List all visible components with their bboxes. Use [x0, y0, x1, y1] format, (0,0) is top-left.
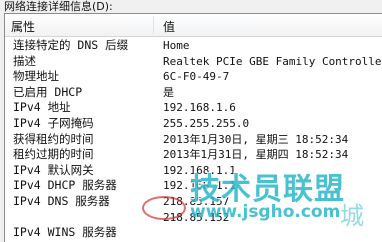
row-property: IPv4 DHCP 服务器	[13, 178, 117, 193]
list-row[interactable]: 租约过期的时间 2013年1月31日, 星期四 18:52:34	[5, 147, 382, 163]
list-row[interactable]: IPv4 DHCP 服务器 192.168.1.1	[5, 178, 382, 194]
row-property: 物理地址	[13, 69, 59, 84]
row-value: Home	[163, 39, 190, 52]
list-row[interactable]: IPv4 DNS 服务器 218.85.157	[5, 194, 382, 210]
list-row[interactable]: IPv4 子网掩码 255.255.255.0	[5, 116, 382, 132]
column-header-value[interactable]: 值	[163, 18, 175, 35]
list-row[interactable]: IPv4 地址 192.168.1.6	[5, 100, 382, 116]
list-rows: 连接特定的 DNS 后缀 Home 描述 Realtek PCIe GBE Fa…	[5, 38, 382, 241]
row-property: 描述	[13, 53, 36, 68]
list-row[interactable]: IPv4 默认网关 192.168.1.1	[5, 163, 382, 179]
row-value: Realtek PCIe GBE Family Controlle	[163, 54, 382, 68]
list-row[interactable]: 连接特定的 DNS 后缀 Home	[5, 38, 382, 54]
row-property: 连接特定的 DNS 后缀	[13, 38, 129, 52]
network-connection-details-panel: 网络连接详细信息(D): 属性 值 连接特定的 DNS 后缀 Home 描述 R…	[0, 0, 382, 242]
row-property: IPv4 DNS 服务器	[13, 193, 110, 208]
row-value: 192.168.1.6	[163, 101, 236, 115]
row-property: IPv4 子网掩码	[13, 115, 94, 130]
list-row[interactable]: IPv4 WINS 服务器	[5, 225, 382, 241]
row-value: 6C-F0-49-7	[163, 70, 230, 84]
list-row[interactable]: 218.85.152	[5, 210, 382, 226]
row-value: 是	[163, 85, 174, 99]
row-value: 192.168.1.1	[163, 163, 236, 177]
list-row[interactable]: 已启用 DHCP 是	[5, 85, 382, 101]
row-property: 获得租约的时间	[13, 131, 94, 146]
row-value: 2013年1月30日, 星期三 18:52:34	[163, 132, 349, 146]
row-property: 已启用 DHCP	[13, 84, 83, 99]
list-header: 属性 值	[5, 14, 382, 37]
column-header-property[interactable]: 属性	[11, 18, 35, 35]
details-list[interactable]: 属性 值 连接特定的 DNS 后缀 Home 描述 Realtek PCIe G…	[4, 13, 382, 242]
row-value: 255.255.255.0	[163, 116, 250, 130]
row-value: 218.85.157	[163, 194, 230, 208]
row-value: 218.85.152	[163, 210, 230, 224]
list-row[interactable]: 物理地址 6C-F0-49-7	[5, 69, 382, 85]
column-divider[interactable]	[153, 16, 154, 34]
row-value: 192.168.1.1	[163, 179, 236, 193]
row-property: IPv4 WINS 服务器	[13, 225, 117, 240]
row-property: IPv4 地址	[13, 100, 71, 115]
row-value: 2013年1月31日, 星期四 18:52:34	[163, 148, 349, 162]
details-caption: 网络连接详细信息(D):	[4, 0, 113, 13]
list-row[interactable]: 获得租约的时间 2013年1月30日, 星期三 18:52:34	[5, 132, 382, 148]
row-property: 租约过期的时间	[13, 147, 94, 162]
row-property: IPv4 默认网关	[13, 162, 94, 177]
list-row[interactable]: 描述 Realtek PCIe GBE Family Controlle	[5, 54, 382, 70]
